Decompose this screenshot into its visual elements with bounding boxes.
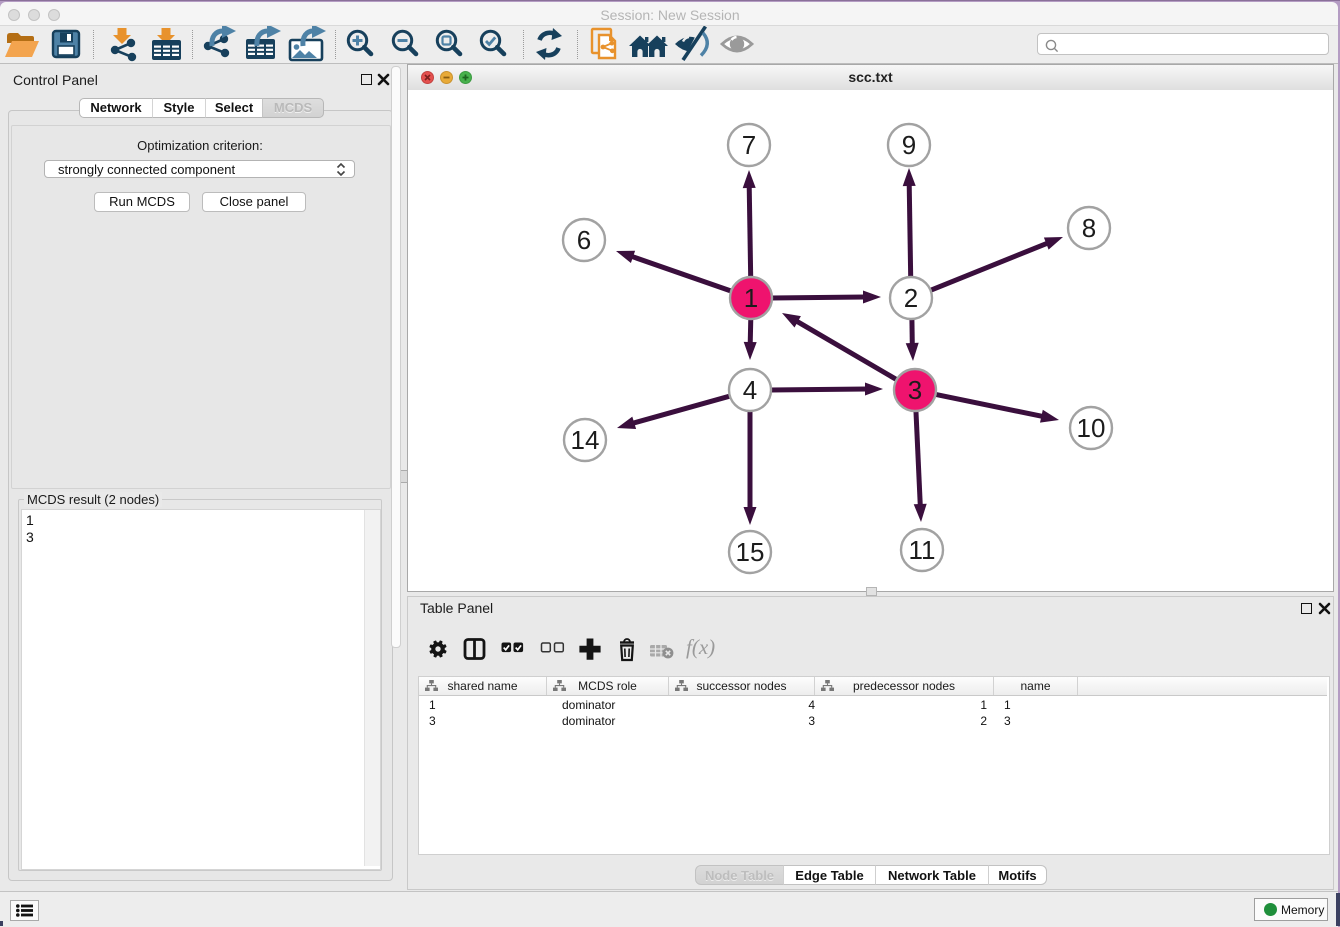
svg-text:8: 8: [1082, 213, 1096, 243]
svg-text:6: 6: [577, 225, 591, 255]
svg-text:1: 1: [744, 283, 758, 313]
svg-text:4: 4: [743, 375, 757, 405]
svg-text:10: 10: [1077, 413, 1106, 443]
svg-text:9: 9: [902, 130, 916, 160]
svg-text:15: 15: [736, 537, 765, 567]
svg-text:3: 3: [908, 375, 922, 405]
svg-text:11: 11: [909, 535, 936, 565]
svg-text:14: 14: [571, 425, 600, 455]
svg-text:2: 2: [904, 283, 918, 313]
svg-text:7: 7: [742, 130, 756, 160]
